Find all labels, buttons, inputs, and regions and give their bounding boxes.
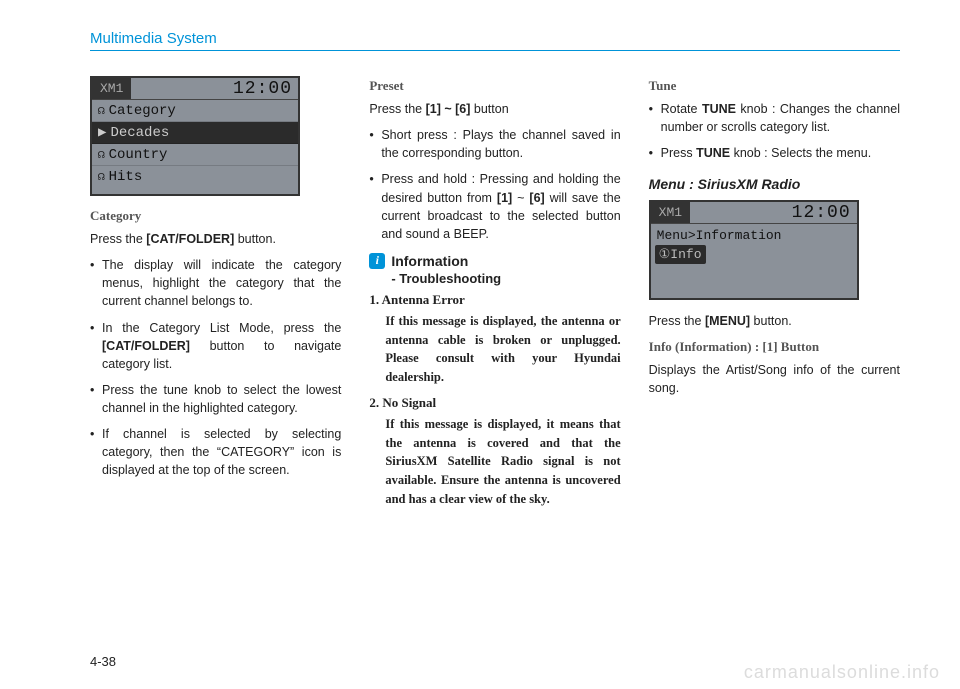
antenna-icon: ☊ xyxy=(98,170,105,184)
antenna-icon: ☊ xyxy=(98,148,105,162)
header-divider xyxy=(90,50,900,51)
list-item: Press TUNE knob : Selects the menu. xyxy=(649,144,900,162)
list-item: In the Category List Mode, press the [CA… xyxy=(90,319,341,373)
subhead-preset: Preset xyxy=(369,78,620,94)
radio-clock: 12:00 xyxy=(233,79,298,99)
category-intro: Press the [CAT/FOLDER] button. xyxy=(90,230,341,248)
list-item: Rotate TUNE knob : Changes the channel n… xyxy=(649,100,900,136)
antenna-icon: ☊ xyxy=(98,104,105,118)
info-body-text: Displays the Artist/Song info of the cur… xyxy=(649,361,900,397)
menu-info-item: ①Info xyxy=(655,245,706,264)
list-item: The display will indicate the category m… xyxy=(90,256,341,310)
content-columns: XM1 12:00 ☊ Category ▶ Decades ☊ Country xyxy=(90,76,900,517)
section-title-menu: Menu : SiriusXM Radio xyxy=(649,176,900,192)
list-item: Press the tune knob to select the lowest… xyxy=(90,381,341,417)
radio-row-label: Category xyxy=(109,103,176,119)
radio-row-country: ☊ Country xyxy=(92,144,298,166)
column-2: Preset Press the [1] ~ [6] button Short … xyxy=(369,76,620,517)
menu-press-text: Press the [MENU] button. xyxy=(649,312,900,330)
radio-band: XM1 xyxy=(92,78,131,99)
radio-clock: 12:00 xyxy=(792,203,857,223)
list-item: If channel is selected by selecting cate… xyxy=(90,425,341,479)
subhead-category: Category xyxy=(90,208,341,224)
list-item: 2. No Signal If this message is displaye… xyxy=(369,395,620,509)
radio-row-hits: ☊ Hits xyxy=(92,166,298,188)
info-title: Information xyxy=(391,253,468,269)
subhead-info-button: Info (Information) : [1] Button xyxy=(649,339,900,355)
list-item: Short press : Plays the channel saved in… xyxy=(369,126,620,162)
category-bullets: The display will indicate the category m… xyxy=(90,256,341,479)
radio-screen-category: XM1 12:00 ☊ Category ▶ Decades ☊ Country xyxy=(90,76,341,196)
preset-intro: Press the [1] ~ [6] button xyxy=(369,100,620,118)
play-icon: ▶ xyxy=(98,124,106,141)
page-number: 4-38 xyxy=(90,654,116,669)
radio-row-label: Hits xyxy=(109,169,143,185)
tune-bullets: Rotate TUNE knob : Changes the channel n… xyxy=(649,100,900,162)
radio-row-category: ☊ Category xyxy=(92,100,298,122)
troubleshoot-list: 1. Antenna Error If this message is disp… xyxy=(369,292,620,509)
info-subtitle: - Troubleshooting xyxy=(391,271,620,286)
subhead-tune: Tune xyxy=(649,78,900,94)
header-title: Multimedia System xyxy=(90,30,900,47)
menu-breadcrumb: Menu>Information xyxy=(655,226,853,245)
watermark: carmanualsonline.info xyxy=(744,662,940,683)
page-header: Multimedia System xyxy=(90,30,900,51)
column-1: XM1 12:00 ☊ Category ▶ Decades ☊ Country xyxy=(90,76,341,517)
column-3: Tune Rotate TUNE knob : Changes the chan… xyxy=(649,76,900,517)
radio-row-label: Country xyxy=(109,147,168,163)
radio-screen-menu: XM1 12:00 Menu>Information ①Info xyxy=(649,200,900,300)
list-item: Press and hold : Pressing and holding th… xyxy=(369,170,620,243)
radio-row-decades: ▶ Decades xyxy=(92,122,298,144)
radio-band: XM1 xyxy=(651,202,690,223)
radio-topbar: XM1 12:00 xyxy=(92,78,298,100)
list-item: 1. Antenna Error If this message is disp… xyxy=(369,292,620,387)
info-header: i Information xyxy=(369,253,620,269)
radio-topbar: XM1 12:00 xyxy=(651,202,857,224)
preset-bullets: Short press : Plays the channel saved in… xyxy=(369,126,620,243)
info-icon: i xyxy=(369,253,385,269)
radio-row-label: Decades xyxy=(110,125,169,141)
